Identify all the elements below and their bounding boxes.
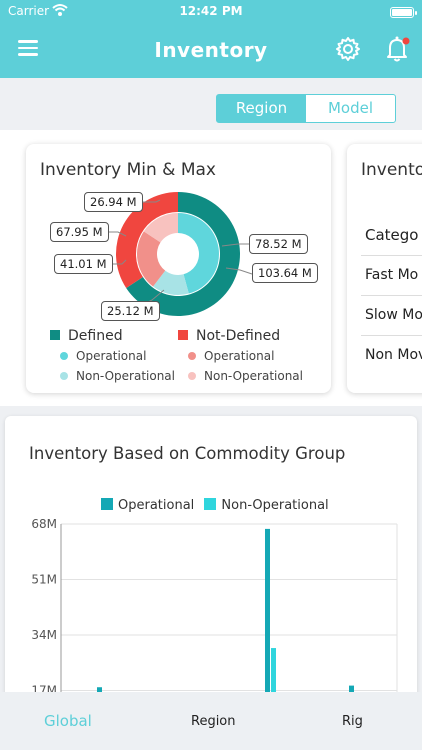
legend-not-defined-operational: Operational <box>188 349 274 363</box>
divider <box>361 335 422 336</box>
battery-icon <box>390 7 417 18</box>
legend-defined-non-operational: Non-Operational <box>60 369 175 383</box>
segment-region[interactable]: Region <box>217 95 306 122</box>
legend-label: Non-Operational <box>204 369 303 383</box>
gear-icon[interactable] <box>335 36 361 62</box>
bottom-tab-bar: Global Region Rig <box>0 692 422 750</box>
legend-defined-operational: Operational <box>60 349 146 363</box>
legend-dot <box>188 372 196 380</box>
segment-model[interactable]: Model <box>306 95 395 122</box>
clock: 12:42 PM <box>179 4 243 18</box>
card-title: Invento <box>361 160 422 180</box>
callout-defined-non-operational: 25.12 M <box>101 301 160 321</box>
legend-defined: Defined <box>50 328 123 344</box>
legend-dot <box>60 372 68 380</box>
y-tick-label: 51M <box>31 573 57 587</box>
inventory-min-max-card: Inventory Min & Max 26.94 M 67.95 M 41.0… <box>26 144 331 393</box>
y-tick-label: 68M <box>31 517 57 531</box>
y-tick-label: 34M <box>31 628 57 642</box>
legend-not-defined-non-operational: Non-Operational <box>188 369 303 383</box>
callout-not-defined-non-operational: 26.94 M <box>84 192 143 212</box>
bar-chart: 68M51M34M17M <box>31 517 398 716</box>
legend-not-defined: Not-Defined <box>178 328 280 344</box>
legend-label: Non-Operational <box>76 369 175 383</box>
legend-swatch <box>50 330 60 340</box>
app-header: Carrier 12:42 PM Inventory <box>0 0 422 78</box>
tab-region[interactable]: Region <box>191 714 236 729</box>
legend-label: Defined <box>68 328 123 344</box>
category-row-slow: Slow Mo <box>365 307 422 323</box>
tab-global[interactable]: Global <box>44 712 92 730</box>
commodity-group-card: Inventory Based on Commodity Group Opera… <box>5 416 417 716</box>
notification-bell-icon[interactable] <box>385 35 411 63</box>
legend-label: Operational <box>76 349 147 363</box>
region-model-toggle[interactable]: Region Model <box>216 94 396 123</box>
inventory-category-card[interactable]: Invento Catego Fast Mo Slow Mo Non Mov <box>347 144 422 393</box>
callout-defined: 103.64 M <box>252 263 318 283</box>
callout-defined-operational: 78.52 M <box>249 234 308 254</box>
category-row-fast: Fast Mo <box>365 267 419 283</box>
legend-label: Not-Defined <box>196 328 281 344</box>
category-row-non-moving: Non Mov <box>365 347 422 363</box>
callout-not-defined-operational: 41.01 M <box>54 254 113 274</box>
category-header: Catego <box>365 226 419 244</box>
legend-swatch <box>178 330 188 340</box>
legend-label: Operational <box>204 349 275 363</box>
callout-not-defined: 67.95 M <box>50 222 109 242</box>
bar-operational[interactable] <box>265 528 270 716</box>
legend-dot <box>188 352 196 360</box>
legend-dot <box>60 352 68 360</box>
divider <box>361 295 422 296</box>
divider <box>361 255 422 256</box>
tab-rig[interactable]: Rig <box>342 714 363 729</box>
status-bar: Carrier 12:42 PM <box>0 4 422 22</box>
